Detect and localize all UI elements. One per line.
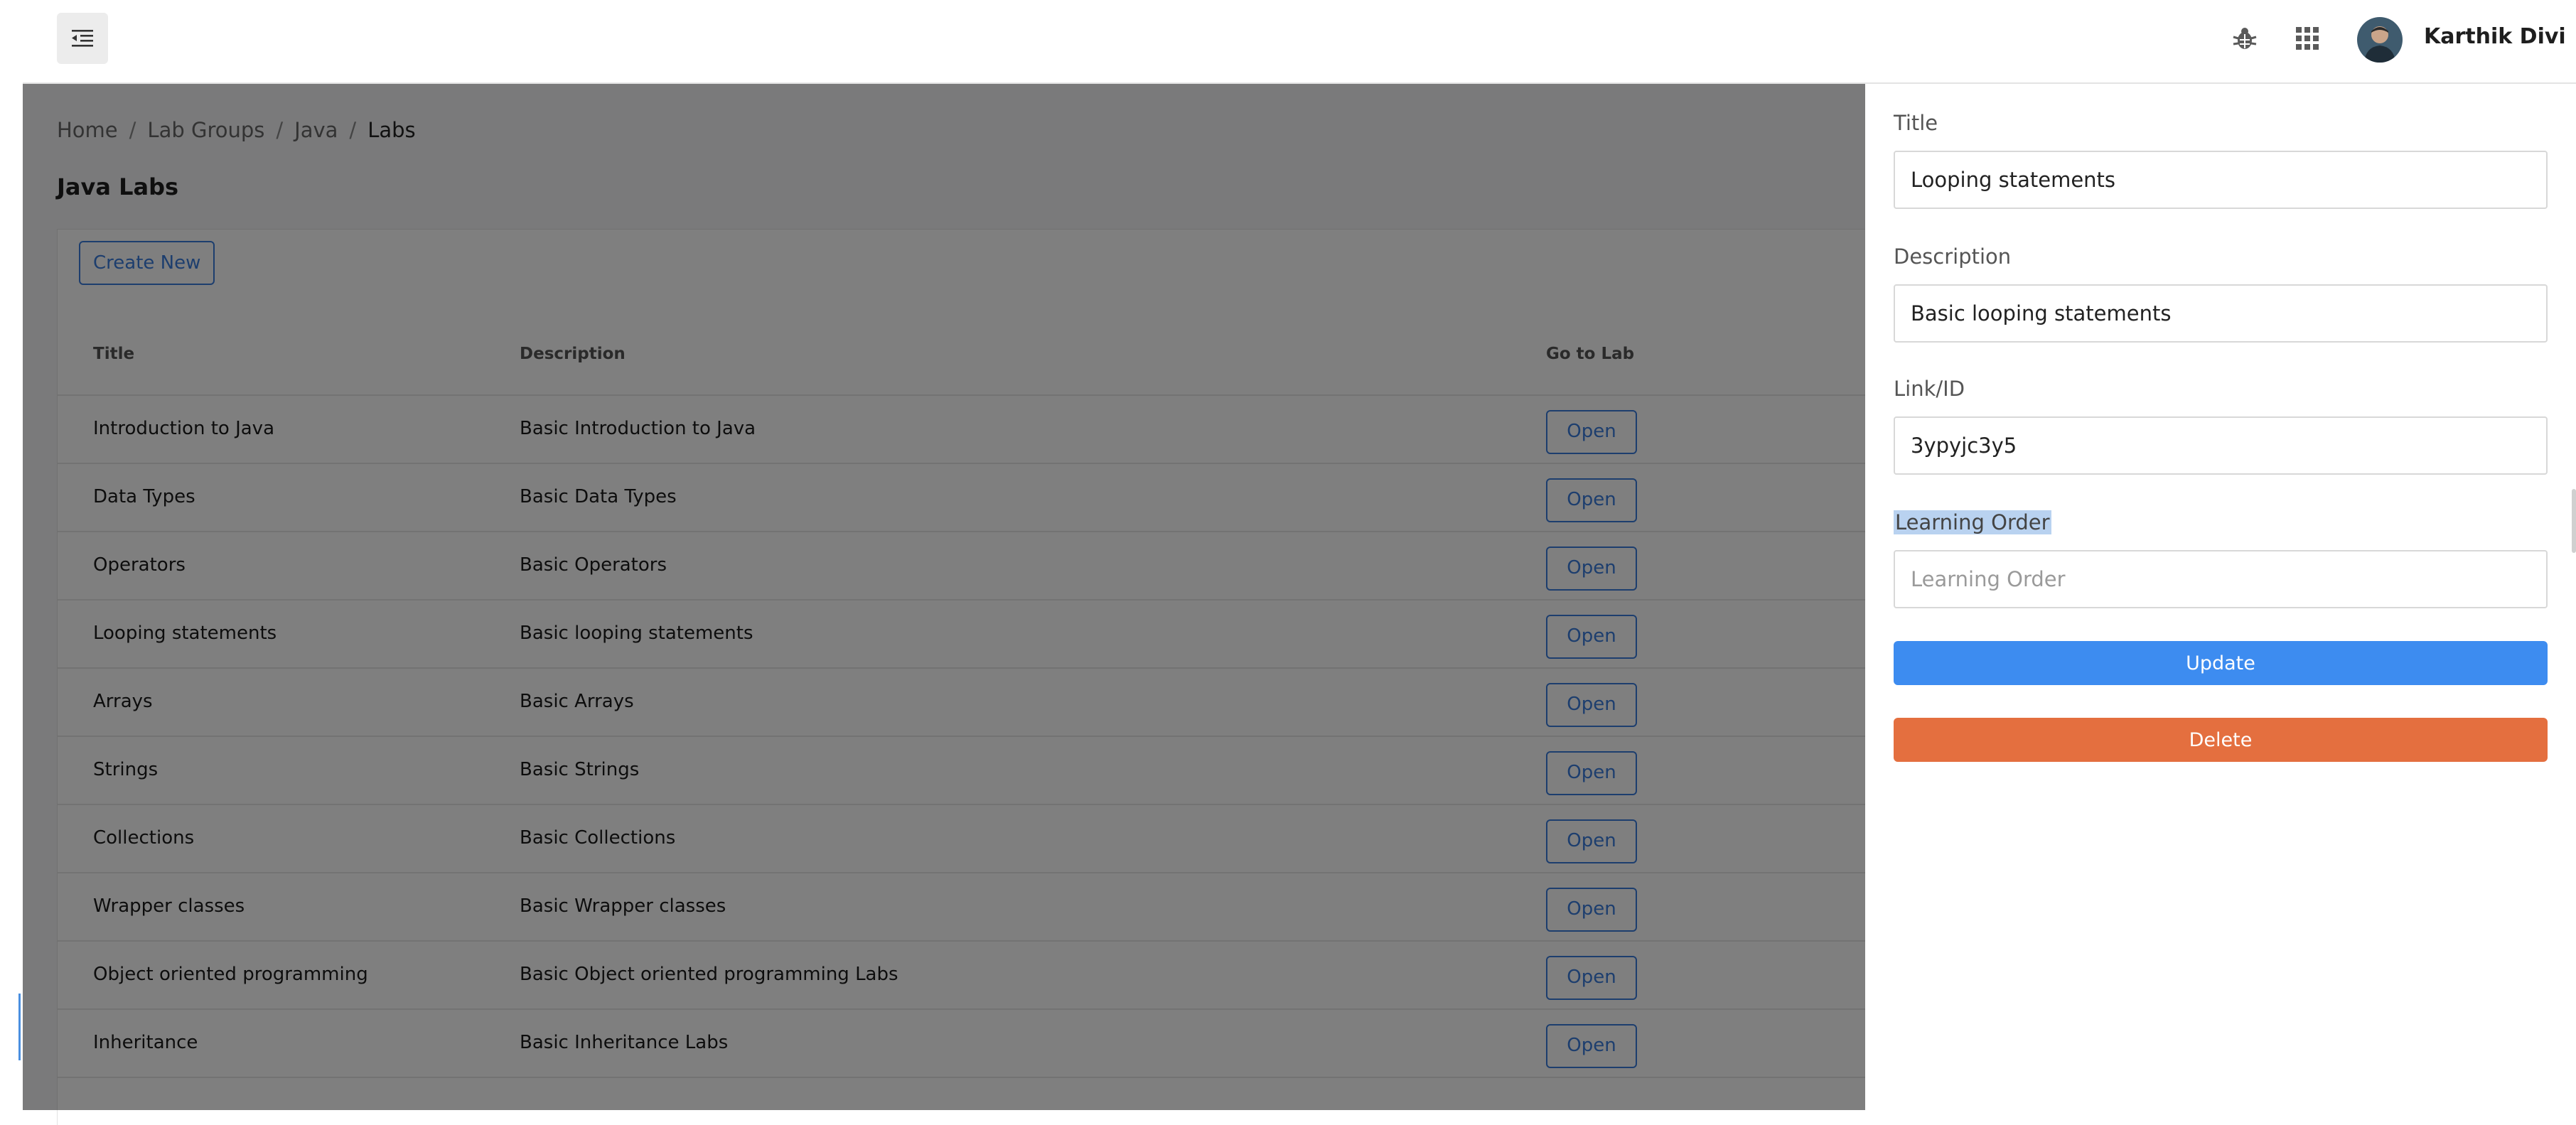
edit-lab-panel: Title Description Link/ID Learning Order… — [1865, 84, 2576, 1110]
bug-report-button[interactable] — [2225, 18, 2265, 58]
scrollbar-thumb[interactable] — [2572, 489, 2576, 553]
apps-menu-button[interactable] — [2287, 18, 2327, 58]
modal-backdrop[interactable] — [23, 84, 1865, 1110]
user-avatar[interactable] — [2357, 17, 2403, 63]
link-id-input[interactable] — [1894, 416, 2548, 475]
menu-collapse-icon — [72, 30, 93, 47]
title-input[interactable] — [1894, 151, 2548, 209]
bug-icon — [2233, 28, 2257, 49]
title-label: Title — [1894, 111, 1938, 135]
delete-button[interactable]: Delete — [1894, 718, 2548, 762]
update-button[interactable]: Update — [1894, 641, 2548, 685]
description-label: Description — [1894, 244, 2012, 269]
gutter-indicator — [18, 994, 21, 1060]
learning-order-input[interactable] — [1894, 550, 2548, 608]
apps-grid-icon — [2296, 27, 2319, 50]
menu-toggle-button[interactable] — [57, 13, 108, 64]
user-name[interactable]: Karthik Divi — [2424, 24, 2566, 49]
link-id-label: Link/ID — [1894, 377, 1965, 401]
left-gutter — [0, 0, 23, 1110]
learning-order-label: Learning Order — [1894, 510, 2051, 534]
description-input[interactable] — [1894, 284, 2548, 343]
top-header: Karthik Divi — [23, 0, 2576, 84]
